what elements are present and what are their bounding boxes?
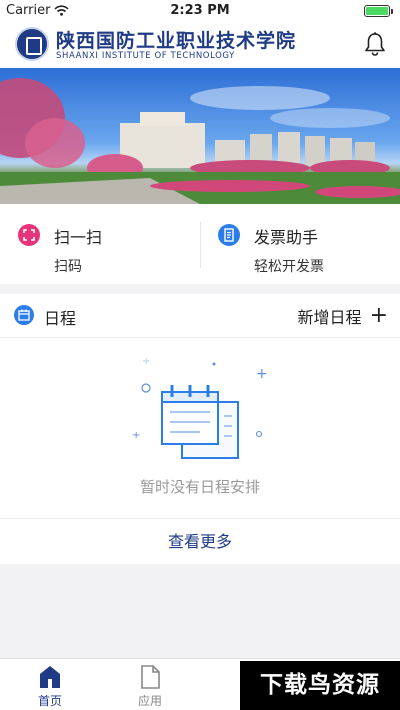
campus-photo [0,78,400,204]
tab-apps[interactable]: 应用 [100,659,200,710]
school-name-en: SHAANXI INSTITUTE OF TECHNOLOGY [56,51,235,61]
status-bar: Carrier 2:23 PM [0,0,400,22]
tab-home[interactable]: 首页 [0,659,100,710]
view-more-button[interactable]: 查看更多 [0,518,400,564]
campus-banner[interactable] [0,68,400,204]
schedule-title: 日程 [44,309,77,328]
svg-text:+: + [256,366,268,382]
invoice-title: 发票助手 [254,228,319,247]
calendar-icon [14,305,34,325]
plus-icon: + [369,303,388,328]
schedule-header: 日程 新增日程 + [0,294,400,338]
scan-action[interactable]: 扫一扫 扫码 [0,204,200,284]
document-icon [141,665,160,689]
quick-actions: 扫一扫 扫码 发票助手 轻松开发票 [0,204,400,284]
empty-schedule-illustration: + + + [132,356,268,459]
bell-icon[interactable] [364,32,386,56]
home-icon [40,666,60,688]
battery-level [366,7,388,15]
add-schedule-label: 新增日程 [297,308,362,327]
schedule-panel: 日程 新增日程 + + + + 暂时没有日程安排 查看更多 [0,294,400,564]
status-time: 2:23 PM [170,3,230,18]
app-header: 陕西国防工业职业技术学院 SHAANXI INSTITUTE OF TECHNO… [0,22,400,68]
invoice-action[interactable]: 发票助手 轻松开发票 [200,204,400,284]
school-emblem-icon [15,27,49,61]
scan-icon [18,224,40,246]
svg-text:+: + [142,356,150,367]
scan-title: 扫一扫 [54,228,103,247]
invoice-subtitle: 轻松开发票 [254,259,324,275]
watermark: 下载鸟资源 [240,661,400,710]
invoice-icon [218,224,240,246]
school-name-cn: 陕西国防工业职业技术学院 [56,30,297,52]
tab-home-label: 首页 [37,694,62,708]
add-schedule-button[interactable]: 新增日程 + [298,304,388,328]
battery-icon [364,5,393,17]
scan-subtitle: 扫码 [54,259,82,275]
tab-apps-label: 应用 [137,694,162,708]
empty-schedule-text: 暂时没有日程安排 [139,478,260,496]
svg-text:+: + [132,430,140,441]
